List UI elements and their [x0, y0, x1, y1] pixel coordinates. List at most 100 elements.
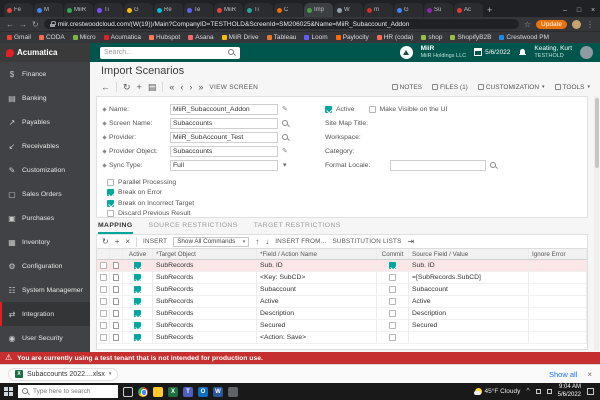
bookmark-item[interactable]: Acumatica: [103, 34, 141, 41]
browser-tab[interactable]: Su: [424, 3, 453, 17]
browser-tab[interactable]: MiiR: [64, 3, 93, 17]
last-record-icon[interactable]: »: [198, 82, 203, 92]
commit-checkbox[interactable]: [389, 310, 396, 317]
bookmark-item[interactable]: ShopifyB2B: [450, 34, 491, 41]
source-field-value-cell[interactable]: [409, 332, 529, 343]
field-input[interactable]: Full: [170, 159, 278, 171]
insert-button[interactable]: INSERT: [143, 238, 167, 245]
company-selector[interactable]: MiiR MiiR Holdings LLC: [421, 45, 467, 59]
file-explorer-icon[interactable]: [153, 386, 163, 397]
active-checkbox[interactable]: [134, 310, 141, 317]
note-icon[interactable]: [113, 298, 119, 305]
target-object-cell[interactable]: SubRecords: [153, 296, 257, 307]
row-select-checkbox[interactable]: [99, 310, 107, 317]
field-action-name-cell[interactable]: <Key: SubCD>: [257, 272, 377, 283]
ignore-error-cell[interactable]: [529, 272, 587, 283]
row-select-checkbox[interactable]: [99, 298, 107, 305]
table-row[interactable]: SubRecords Subaccount Subaccount: [97, 284, 587, 296]
sidebar-item[interactable]: ▦ Inventory: [0, 230, 90, 254]
table-row[interactable]: SubRecords Sub. ID Sub. ID: [97, 260, 587, 272]
commit-checkbox[interactable]: [389, 274, 396, 281]
vertical-scrollbar[interactable]: [594, 96, 599, 350]
field-input[interactable]: [390, 118, 486, 129]
commit-checkbox[interactable]: [389, 286, 396, 293]
tray-expand-icon[interactable]: ^: [526, 388, 529, 395]
sidebar-item[interactable]: ▤ Banking: [0, 86, 90, 110]
target-object-cell[interactable]: SubRecords: [153, 332, 257, 343]
bookmark-item[interactable]: Loom: [304, 34, 328, 41]
tray-icon[interactable]: [546, 389, 552, 394]
ignore-error-cell[interactable]: [529, 320, 587, 331]
active-checkbox[interactable]: [134, 322, 141, 329]
chrome-icon[interactable]: [138, 386, 148, 397]
note-icon[interactable]: [113, 322, 119, 329]
sidebar-item[interactable]: ↙ Receivables: [0, 134, 90, 158]
table-row[interactable]: SubRecords Secured Secured: [97, 320, 587, 332]
note-icon[interactable]: [113, 286, 119, 293]
note-icon[interactable]: [113, 310, 119, 317]
sidebar-item[interactable]: ▣ Purchases: [0, 206, 90, 230]
browser-menu-icon[interactable]: ⋮: [586, 20, 594, 29]
view-screen-button[interactable]: VIEW SCREEN: [209, 84, 258, 91]
tab-item[interactable]: SOURCE RESTRICTIONS: [149, 220, 238, 234]
active-checkbox[interactable]: [134, 274, 141, 281]
task-view-icon[interactable]: [123, 386, 133, 397]
sidebar-item[interactable]: ◉ User Security: [0, 326, 90, 350]
note-icon[interactable]: [113, 274, 119, 281]
new-tab-button[interactable]: +: [487, 5, 492, 15]
target-object-cell[interactable]: SubRecords: [153, 284, 257, 295]
bookmark-item[interactable]: Gmail: [7, 34, 31, 41]
field-action-icon[interactable]: [281, 147, 290, 156]
sidebar-item[interactable]: ⇄ Integration: [0, 302, 90, 326]
field-input[interactable]: [390, 146, 486, 157]
browser-tab[interactable]: Te: [184, 3, 213, 17]
note-icon[interactable]: [113, 262, 119, 269]
field-action-name-cell[interactable]: Description: [257, 308, 377, 319]
commit-checkbox[interactable]: [389, 322, 396, 329]
source-field-value-cell[interactable]: Sub. ID: [409, 260, 529, 271]
notifications-bell-icon[interactable]: [518, 48, 526, 56]
sidebar-item[interactable]: ✎ Customization: [0, 158, 90, 182]
table-row[interactable]: SubRecords Description Description: [97, 308, 587, 320]
downloaded-file-chip[interactable]: X Subaccounts 2022....xlsx ▾: [8, 367, 119, 381]
header-action-button[interactable]: NOTES: [391, 84, 422, 91]
browser-tab[interactable]: Ac: [454, 3, 483, 17]
substitution-lists-button[interactable]: SUBSTITUTION LISTS: [332, 238, 401, 245]
back-icon[interactable]: ←: [6, 20, 14, 29]
field-action-icon[interactable]: [489, 161, 498, 170]
header-action-button[interactable]: TOOLS: [554, 84, 590, 91]
field-action-name-cell[interactable]: Active: [257, 296, 377, 307]
field-action-icon[interactable]: [281, 133, 290, 142]
word-icon[interactable]: W: [213, 386, 223, 397]
active-checkbox[interactable]: [134, 334, 141, 341]
maximize-icon[interactable]: □: [572, 7, 586, 14]
field-input[interactable]: [390, 159, 486, 171]
next-record-icon[interactable]: ›: [189, 82, 192, 92]
browser-tab[interactable]: G: [394, 3, 423, 17]
previous-record-icon[interactable]: ‹: [180, 82, 183, 92]
form-checkbox[interactable]: [107, 210, 114, 218]
global-search-input[interactable]: Search...: [100, 46, 240, 59]
header-action-button[interactable]: FILES (1): [432, 84, 468, 91]
source-field-value-cell[interactable]: Secured: [409, 320, 529, 331]
sidebar-item[interactable]: ☷ System Management: [0, 278, 90, 302]
show-all-downloads-button[interactable]: Show all: [549, 370, 577, 379]
column-header-target-object[interactable]: *Target Object: [153, 249, 257, 259]
bookmark-item[interactable]: shop: [421, 34, 442, 41]
bookmark-item[interactable]: Tableau: [266, 34, 296, 41]
form-checkbox[interactable]: [368, 105, 376, 113]
commit-checkbox[interactable]: [389, 298, 396, 305]
grid-refresh-icon[interactable]: ↻: [102, 237, 109, 246]
active-checkbox[interactable]: [134, 262, 141, 269]
row-select-checkbox[interactable]: [99, 286, 107, 293]
target-object-cell[interactable]: SubRecords: [153, 272, 257, 283]
browser-tab[interactable]: G: [124, 3, 153, 17]
taskbar-clock[interactable]: 9:04 AM 5/6/2022: [558, 384, 581, 399]
field-input[interactable]: MiiR_Subaccount_Addon: [170, 103, 278, 115]
ignore-error-cell[interactable]: [529, 308, 587, 319]
sidebar-item[interactable]: $ Finance: [0, 62, 90, 86]
target-object-cell[interactable]: SubRecords: [153, 308, 257, 319]
clipboard-icon[interactable]: ▤: [148, 82, 157, 93]
column-header-field-action-name[interactable]: *Field / Action Name: [257, 249, 377, 259]
teams-icon[interactable]: T: [183, 386, 193, 397]
